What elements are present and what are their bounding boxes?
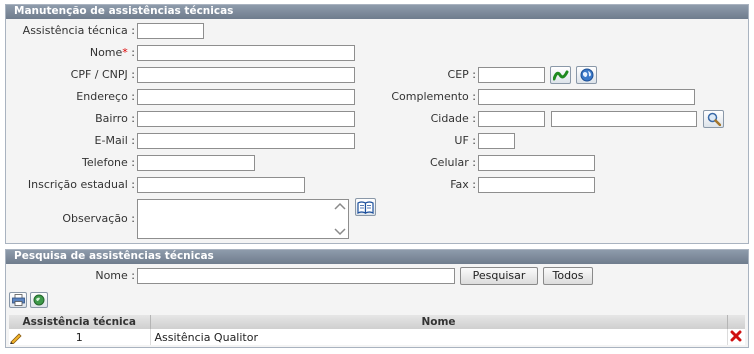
label-bairro: Bairro : (95, 112, 135, 125)
column-header-nome[interactable]: Nome (150, 315, 728, 329)
label-nome-colon: : (127, 46, 135, 59)
green-arrow-icon (552, 70, 568, 81)
label-email: E-Mail : (94, 134, 135, 147)
label-uf: UF : (454, 134, 476, 147)
scroll-up-icon[interactable] (334, 202, 346, 210)
inscricao-input[interactable] (137, 177, 305, 193)
row-codigo: 1 (75, 330, 83, 344)
assistencia-input[interactable] (137, 23, 204, 39)
label-inscricao: Inscrição estadual : (27, 178, 135, 191)
column-header-codigo[interactable]: Assistência técnica (9, 315, 151, 329)
cpf-input[interactable] (137, 67, 355, 83)
fax-input[interactable] (478, 177, 595, 193)
column-header-actions (727, 315, 745, 329)
globe-icon (580, 68, 593, 82)
search-panel: Pesquisa de assistências técnicas Nome :… (5, 249, 749, 348)
row-nome: Assitência Qualitor (150, 329, 728, 345)
cep-search-button[interactable] (550, 66, 571, 84)
maintenance-panel: Manutenção de assistências técnicas Assi… (5, 4, 749, 244)
label-search-nome: Nome : (95, 269, 135, 282)
complemento-input[interactable] (478, 89, 695, 105)
magnifier-icon (707, 112, 721, 126)
label-observacao: Observação : (62, 212, 135, 225)
table-header-row: Assistência técnica Nome (9, 315, 745, 329)
search-button[interactable]: Pesquisar (460, 267, 538, 285)
observacao-scrollbar[interactable] (332, 200, 348, 238)
label-celular: Celular : (430, 156, 476, 169)
celular-input[interactable] (478, 155, 595, 171)
results-table: Assistência técnica Nome 1 Assitência Qu… (9, 315, 745, 345)
label-cpf: CPF / CNPJ : (70, 68, 135, 81)
label-cidade: Cidade : (430, 112, 476, 125)
bairro-input[interactable] (137, 111, 355, 127)
printer-icon (11, 294, 25, 306)
pencil-icon[interactable] (9, 331, 23, 344)
cidade-search-button[interactable] (703, 110, 724, 128)
observacao-textarea[interactable] (137, 199, 349, 239)
refresh-globe-icon (33, 294, 45, 306)
cep-input[interactable] (478, 67, 545, 83)
label-fax: Fax : (450, 178, 476, 191)
nome-input[interactable] (137, 45, 355, 61)
row-delete-cell[interactable] (727, 329, 745, 345)
delete-icon[interactable] (730, 330, 742, 342)
label-cep: CEP : (447, 68, 476, 81)
label-nome-text: Nome (89, 46, 123, 59)
refresh-button[interactable] (30, 292, 48, 308)
search-panel-title: Pesquisa de assistências técnicas (6, 250, 748, 264)
label-endereco: Endereço : (76, 90, 135, 103)
email-input[interactable] (137, 133, 355, 149)
search-nome-input[interactable] (137, 268, 455, 284)
telefone-input[interactable] (137, 155, 255, 171)
maintenance-panel-title: Manutenção de assistências técnicas (6, 5, 748, 19)
observacao-book-button[interactable] (355, 198, 376, 216)
cidade-nome-input[interactable] (551, 111, 697, 127)
label-telefone: Telefone : (82, 156, 135, 169)
print-button[interactable] (9, 292, 27, 308)
book-icon (357, 200, 374, 214)
cidade-codigo-input[interactable] (478, 111, 545, 127)
endereco-input[interactable] (137, 89, 355, 105)
scroll-down-icon[interactable] (334, 228, 346, 236)
label-complemento: Complemento : (391, 90, 476, 103)
all-button[interactable]: Todos (543, 267, 593, 285)
row-edit-cell[interactable]: 1 (9, 329, 151, 345)
table-row[interactable]: 1 Assitência Qualitor (9, 329, 745, 345)
uf-input[interactable] (478, 133, 515, 149)
label-nome: Nome* : (6, 45, 135, 61)
label-assistencia: Assistência técnica : (22, 24, 135, 37)
cep-globe-button[interactable] (576, 66, 597, 84)
